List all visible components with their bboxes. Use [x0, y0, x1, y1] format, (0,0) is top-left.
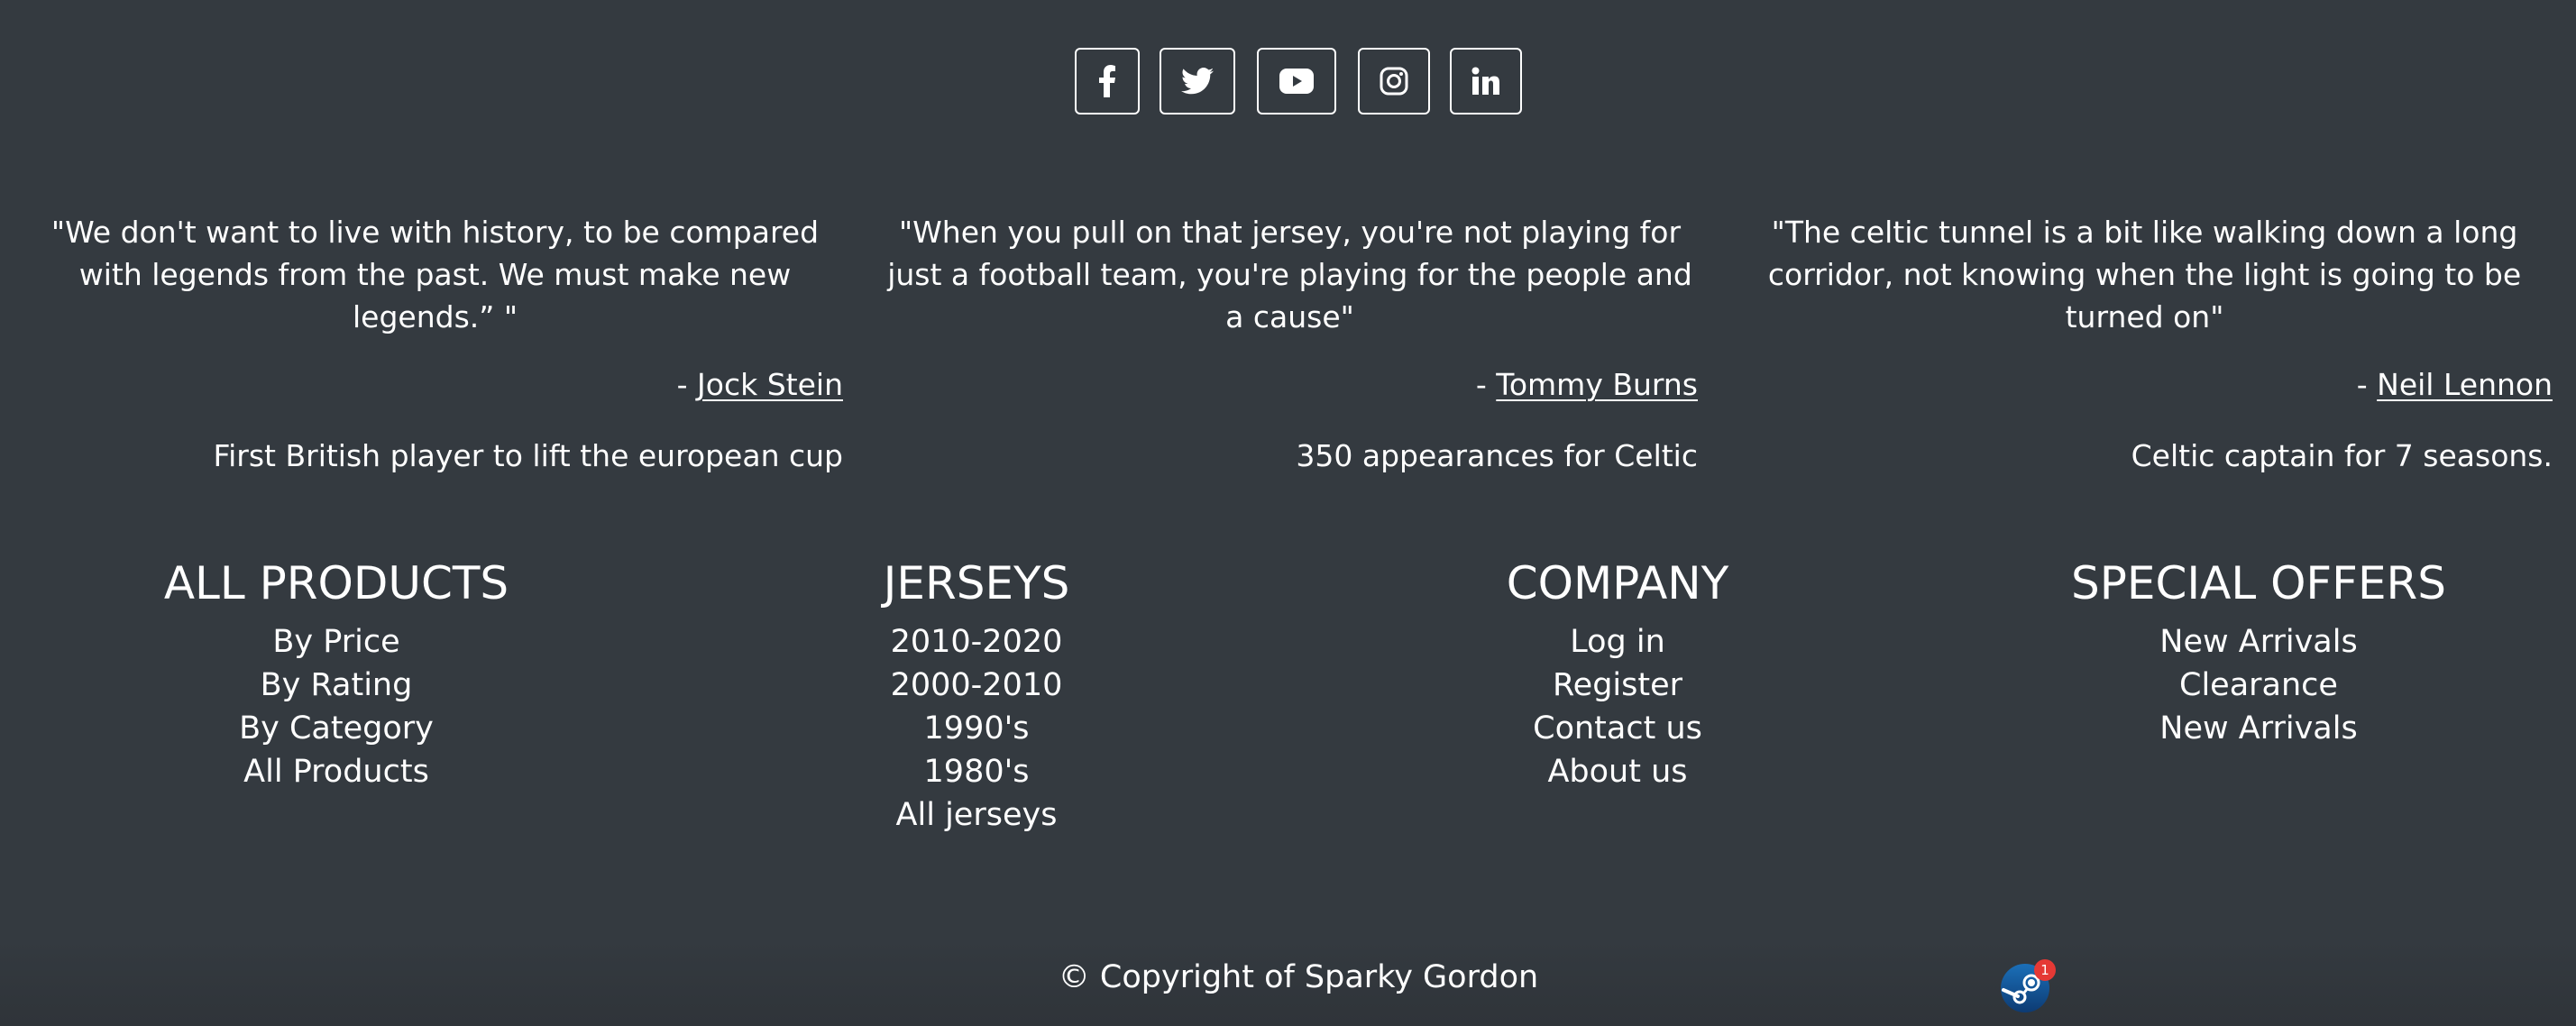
footer-link[interactable]: New Arrivals: [2006, 707, 2511, 750]
instagram-button[interactable]: [1358, 48, 1430, 115]
footer-link[interactable]: Clearance: [2006, 664, 2511, 707]
quote-author-link[interactable]: Jock Stein: [697, 367, 843, 402]
footer-link[interactable]: Register: [1365, 664, 1870, 707]
quote-author: - Jock Stein: [27, 363, 843, 406]
youtube-icon: [1279, 69, 1314, 94]
footer-link[interactable]: New Arrivals: [2006, 620, 2511, 664]
column-title: SPECIAL OFFERS: [2070, 557, 2447, 609]
quote-author: - Tommy Burns: [882, 363, 1698, 406]
footer-column-special-offers: SPECIAL OFFERS New Arrivals Clearance Ne…: [2006, 552, 2511, 750]
quote-text: "We don't want to live with history, to …: [50, 215, 820, 334]
linkedin-icon: [1471, 67, 1500, 96]
quote-dash: -: [2356, 367, 2378, 402]
notification-badge: 1: [2034, 959, 2056, 981]
quote-note: First British player to lift the europea…: [213, 438, 843, 473]
footer-column-jerseys: JERSEYS 2010-2020 2000-2010 1990's 1980'…: [724, 552, 1229, 837]
column-title: JERSEYS: [883, 557, 1070, 609]
footer-link[interactable]: By Category: [84, 707, 589, 750]
quote-note: 350 appearances for Celtic: [1296, 438, 1698, 473]
facebook-button[interactable]: [1075, 48, 1140, 115]
footer-link[interactable]: 2010-2020: [724, 620, 1229, 664]
copyright-text: © Copyright of Sparky Gordon: [1058, 959, 1539, 995]
social-links: [0, 48, 2576, 116]
quote-dash: -: [1475, 367, 1497, 402]
youtube-button[interactable]: [1257, 48, 1336, 115]
footer-column-company: COMPANY Log in Register Contact us About…: [1365, 552, 1870, 793]
footer-link[interactable]: Contact us: [1365, 707, 1870, 750]
footer-link[interactable]: All jerseys: [724, 793, 1229, 837]
linkedin-button[interactable]: [1450, 48, 1522, 115]
quote-text: "When you pull on that jersey, you're no…: [887, 215, 1692, 334]
footer-link[interactable]: About us: [1365, 750, 1870, 793]
instagram-icon: [1380, 67, 1408, 96]
quote-dash: -: [676, 367, 698, 402]
footer-link[interactable]: 2000-2010: [724, 664, 1229, 707]
footer-link[interactable]: 1980's: [724, 750, 1229, 793]
page-footer: "We don't want to live with history, to …: [0, 0, 2576, 1026]
facebook-icon: [1097, 65, 1117, 97]
quote-text: "The celtic tunnel is a bit like walking…: [1767, 215, 2522, 334]
footer-link[interactable]: All Products: [84, 750, 589, 793]
column-title: ALL PRODUCTS: [163, 557, 509, 609]
column-title: COMPANY: [1506, 557, 1729, 609]
quote-block: "We don't want to live with history, to …: [27, 211, 843, 477]
twitter-icon: [1181, 68, 1214, 95]
quote-author-link[interactable]: Neil Lennon: [2377, 367, 2553, 402]
quote-block: "When you pull on that jersey, you're no…: [882, 211, 1698, 477]
quote-author: - Neil Lennon: [1737, 363, 2553, 406]
quote-author-link[interactable]: Tommy Burns: [1496, 367, 1698, 402]
quote-note: Celtic captain for 7 seasons.: [2131, 438, 2553, 473]
quote-block: "The celtic tunnel is a bit like walking…: [1737, 211, 2553, 477]
footer-link[interactable]: 1990's: [724, 707, 1229, 750]
footer-column-all-products: ALL PRODUCTS By Price By Rating By Categ…: [84, 552, 589, 793]
footer-link[interactable]: By Rating: [84, 664, 589, 707]
footer-link[interactable]: Log in: [1365, 620, 1870, 664]
footer-link[interactable]: By Price: [84, 620, 589, 664]
twitter-button[interactable]: [1160, 48, 1235, 115]
